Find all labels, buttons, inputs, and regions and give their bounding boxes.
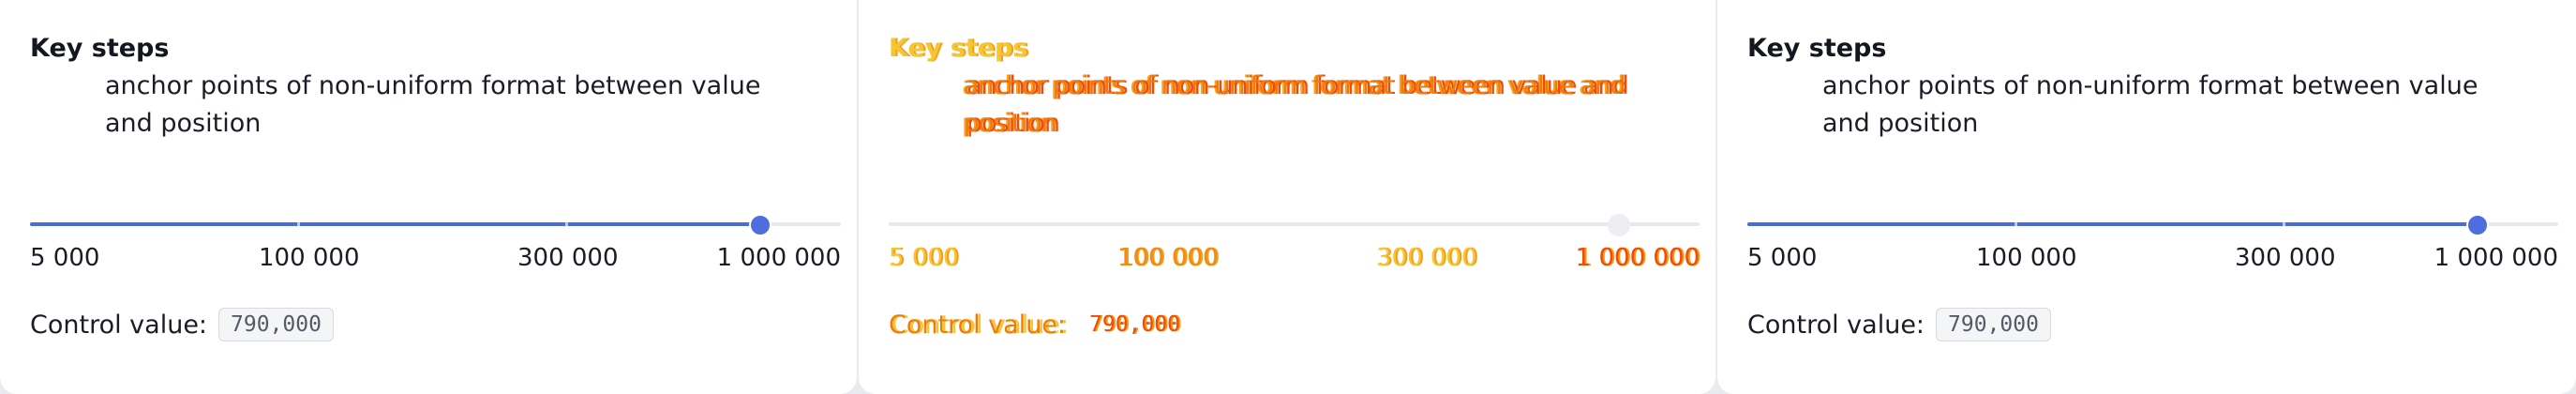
slider-panel-2: Key steps anchor points of non-uniform f… bbox=[859, 0, 1715, 394]
step-label: 100 000 bbox=[1976, 244, 2077, 272]
slider-step-labels: 5 000 100 000 300 000 1 000 000 bbox=[889, 244, 1700, 276]
slider-panel-1: Key steps anchor points of non-uniform f… bbox=[0, 0, 857, 394]
slider-track-fill bbox=[30, 222, 760, 226]
slider-step-labels: 5 000 100 000 300 000 1 000 000 bbox=[1747, 244, 2558, 276]
slider-thumb[interactable] bbox=[1607, 214, 1630, 236]
panel-description: anchor points of non-uniform format betw… bbox=[964, 71, 1626, 138]
range-slider[interactable] bbox=[30, 195, 841, 242]
slider-step-mark bbox=[297, 222, 301, 226]
slider-step-mark bbox=[2282, 222, 2285, 226]
slider-step-mark bbox=[564, 222, 568, 226]
control-value-code: 790,000 bbox=[218, 308, 334, 341]
control-value-row: Control value: 790,000 bbox=[889, 308, 1685, 341]
step-label: 1 000 000 bbox=[1575, 244, 1700, 272]
control-value-label: Control value: bbox=[889, 310, 1067, 340]
slider-step-labels: 5 000 100 000 300 000 1 000 000 bbox=[30, 244, 841, 276]
step-label: 300 000 bbox=[1376, 244, 1477, 272]
range-slider[interactable] bbox=[889, 195, 1700, 242]
slider-thumb[interactable] bbox=[2465, 214, 2489, 236]
range-slider[interactable] bbox=[1747, 195, 2558, 242]
control-value-code: 790,000 bbox=[1089, 312, 1180, 337]
slider-rail[interactable] bbox=[889, 222, 1700, 226]
control-value-label: Control value: bbox=[1747, 310, 1925, 340]
step-label: 1 000 000 bbox=[2434, 244, 2558, 272]
panel-heading: Key steps bbox=[30, 34, 170, 63]
step-label: 300 000 bbox=[517, 244, 619, 272]
step-label: 5 000 bbox=[30, 244, 100, 272]
control-value-label: Control value: bbox=[30, 310, 208, 340]
control-value-row: Control value: 790,000 bbox=[30, 308, 827, 341]
panel-description: anchor points of non-uniform format betw… bbox=[105, 71, 761, 138]
panel-heading: Key steps bbox=[1747, 34, 1887, 63]
slider-track-fill bbox=[1747, 222, 2478, 226]
app-canvas: Key steps anchor points of non-uniform f… bbox=[0, 0, 2576, 394]
step-label: 100 000 bbox=[1117, 244, 1219, 272]
panel-description: anchor points of non-uniform format betw… bbox=[1822, 71, 2479, 138]
step-label: 5 000 bbox=[889, 244, 959, 272]
control-value-code: 790,000 bbox=[1936, 308, 2051, 341]
slider-step-mark bbox=[2014, 222, 2018, 226]
step-label: 5 000 bbox=[1747, 244, 1818, 272]
slider-panel-3: Key steps anchor points of non-uniform f… bbox=[1717, 0, 2576, 394]
step-label: 300 000 bbox=[2235, 244, 2336, 272]
panel-heading: Key steps bbox=[889, 34, 1028, 63]
slider-thumb[interactable] bbox=[748, 214, 771, 236]
step-label: 100 000 bbox=[259, 244, 360, 272]
step-label: 1 000 000 bbox=[716, 244, 841, 272]
control-value-row: Control value: 790,000 bbox=[1747, 308, 2546, 341]
